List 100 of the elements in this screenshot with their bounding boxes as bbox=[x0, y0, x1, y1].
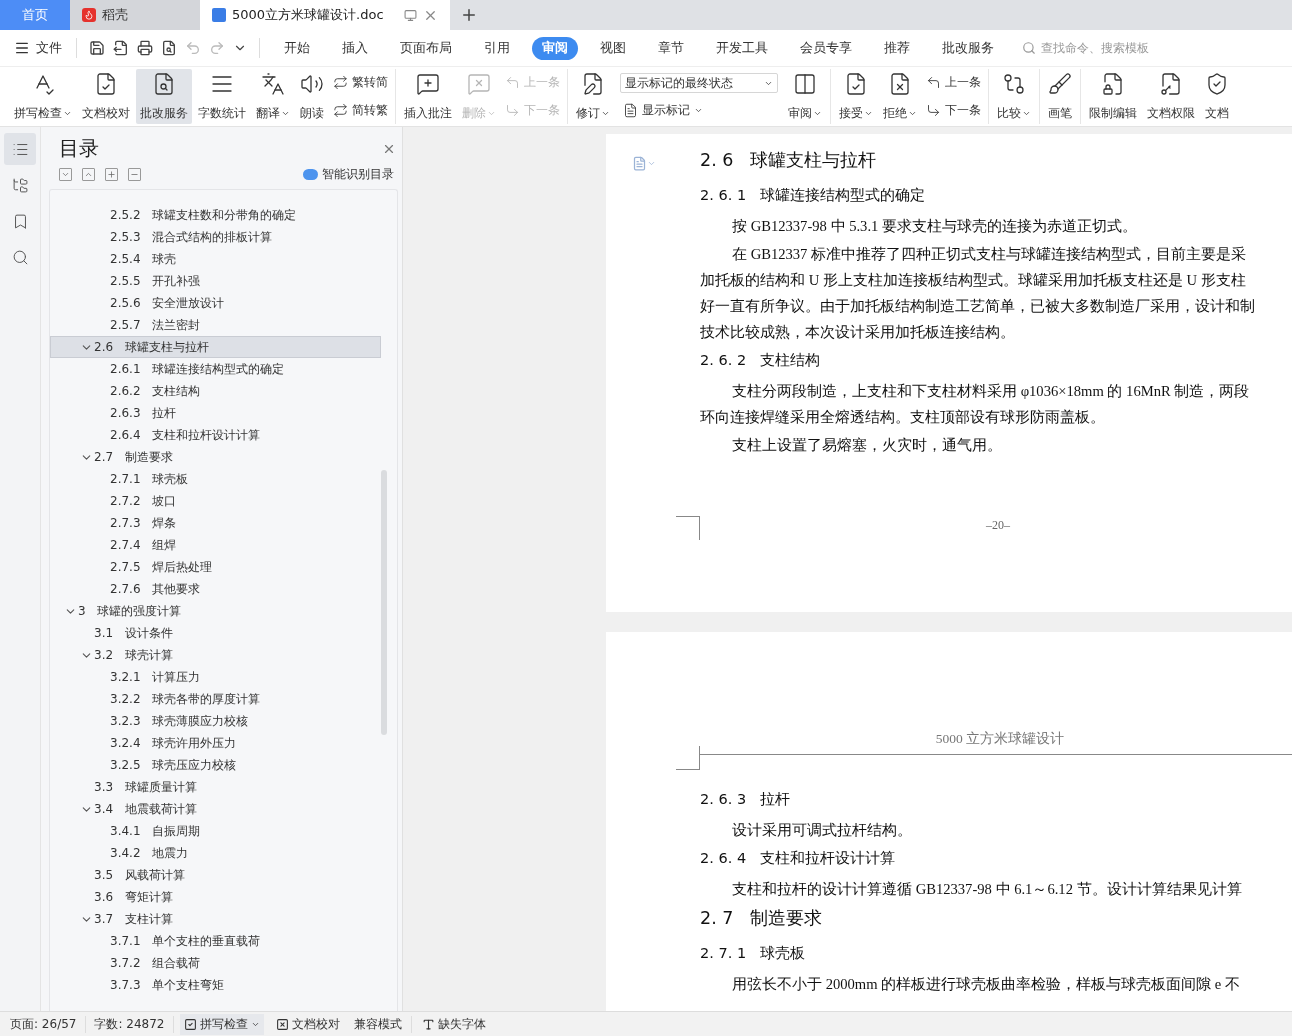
ribbon-button[interactable]: 限制编辑 bbox=[1085, 69, 1141, 124]
ribbon-button[interactable]: 朗读 bbox=[296, 69, 328, 124]
toc-entry[interactable]: 2.7 制造要求 bbox=[94, 448, 173, 466]
save-icon[interactable] bbox=[87, 38, 107, 58]
status-button[interactable]: 文档校对 bbox=[272, 1013, 345, 1035]
toc-entry[interactable]: 2.5.6 安全泄放设计 bbox=[110, 294, 224, 312]
font-icon bbox=[422, 1017, 436, 1031]
status-text: 兼容模式 bbox=[352, 1015, 413, 1033]
ribbon-button[interactable]: 文档 bbox=[1201, 69, 1233, 124]
toc-entry[interactable]: 2.5.4 球壳 bbox=[110, 250, 176, 268]
print-icon[interactable] bbox=[135, 38, 155, 58]
ribbon-button[interactable]: 拒绝 bbox=[879, 69, 921, 124]
file-menu[interactable]: 文件 bbox=[10, 39, 66, 57]
ribbon-button[interactable]: 画笔 bbox=[1044, 69, 1076, 124]
paragraph: 按 GB12337-98 中 5.3.1 要求支柱与球壳的连接为赤道正切式。 bbox=[731, 217, 1138, 236]
window-tab[interactable]: 稻壳 bbox=[70, 0, 200, 30]
ribbon-button[interactable]: 上一条 bbox=[923, 73, 984, 93]
toc-entry[interactable]: 3 球罐的强度计算 bbox=[78, 602, 182, 620]
toc-entry[interactable]: 2.7.1 球壳板 bbox=[110, 470, 188, 488]
ribbon-tab[interactable]: 开发工具 bbox=[706, 36, 778, 60]
toc-entry[interactable]: 3.7.1 单个支柱的垂直载荷 bbox=[110, 932, 260, 950]
ribbon-button[interactable]: 修订 bbox=[572, 69, 614, 124]
ribbon-button[interactable]: 比较 bbox=[993, 69, 1035, 124]
toc-entry[interactable]: 3.5 风载荷计算 bbox=[94, 866, 185, 884]
ribbon-tab[interactable]: 章节 bbox=[648, 36, 694, 60]
ribbon-tab[interactable]: 页面布局 bbox=[390, 36, 462, 60]
ribbon-tab[interactable]: 引用 bbox=[474, 36, 520, 60]
ribbon-button[interactable]: 下一条 bbox=[923, 100, 984, 120]
ribbon-button[interactable]: 接受 bbox=[835, 69, 877, 124]
ribbon-button[interactable]: 翻译 bbox=[252, 69, 294, 124]
toc-entry[interactable]: 3.4 地震载荷计算 bbox=[94, 800, 197, 818]
paragraph: 支柱上设置了易熔塞，火灾时，通气用。 bbox=[731, 436, 1003, 455]
status-text: 页面: 26/57 bbox=[8, 1015, 87, 1033]
collapse-button[interactable] bbox=[128, 168, 141, 181]
smart-toc-button[interactable]: 智能识别目录 bbox=[303, 166, 394, 183]
ribbon-button[interactable]: 拼写检查 bbox=[10, 69, 76, 124]
toc-entry[interactable]: 3.2.5 球壳压应力校核 bbox=[110, 756, 236, 774]
document-lock-icon bbox=[1101, 72, 1125, 96]
ribbon-tab[interactable]: 批改服务 bbox=[932, 36, 1004, 60]
subsection-heading: 2. 6. 2 支柱结构 bbox=[700, 351, 821, 370]
ribbon-tab[interactable]: 插入 bbox=[332, 36, 378, 60]
toc-entry[interactable]: 3.3 球罐质量计算 bbox=[94, 778, 197, 796]
ribbon-button[interactable]: 插入批注 bbox=[400, 69, 456, 124]
markup-dropdown[interactable]: 显示标记的最终状态 bbox=[620, 73, 778, 93]
ribbon-tab[interactable]: 推荐 bbox=[874, 36, 920, 60]
toc-entry[interactable]: 3.7 支柱计算 bbox=[94, 910, 173, 928]
ribbon-button[interactable]: 显示标记 bbox=[620, 101, 778, 120]
toc-entry[interactable]: 2.6.3 拉杆 bbox=[110, 404, 176, 422]
ribbon-button[interactable]: 字数统计 bbox=[194, 69, 250, 124]
toc-entry[interactable]: 2.6 球罐支柱与拉杆 bbox=[94, 338, 209, 356]
command-search-field[interactable]: 查找命令、搜索模板 bbox=[1039, 40, 1173, 56]
toc-entry[interactable]: 2.7.2 坡口 bbox=[110, 492, 176, 510]
expand-down-button[interactable] bbox=[59, 168, 72, 181]
app-logo-icon bbox=[82, 8, 96, 22]
toc-entry[interactable]: 2.6.4 支柱和拉杆设计计算 bbox=[110, 426, 260, 444]
panel-title: 目录 bbox=[59, 135, 99, 162]
toc-entry[interactable]: 2.7.6 其他要求 bbox=[110, 580, 200, 598]
toc-entry[interactable]: 2.7.5 焊后热处理 bbox=[110, 558, 212, 576]
toc-entry[interactable]: 3.2 球壳计算 bbox=[94, 646, 173, 664]
expand-button[interactable] bbox=[105, 168, 118, 181]
toc-entry[interactable]: 3.7.3 单个支柱弯矩 bbox=[110, 976, 224, 994]
toc-entry[interactable]: 3.2.4 球壳许用外压力 bbox=[110, 734, 236, 752]
toc-entry[interactable]: 3.4.2 地震力 bbox=[110, 844, 188, 862]
toc-entry[interactable]: 2.6.1 球罐连接结构型式的确定 bbox=[110, 360, 284, 378]
toc-entry[interactable]: 3.7.2 组合载荷 bbox=[110, 954, 200, 972]
ribbon-button[interactable]: 审阅 bbox=[784, 69, 826, 124]
toc-entry[interactable]: 2.5.2 球罐支柱数和分带角的确定 bbox=[110, 206, 296, 224]
toc-entry[interactable]: 3.2.3 球壳薄膜应力校核 bbox=[110, 712, 248, 730]
ribbon-button[interactable]: 繁转简 bbox=[330, 73, 391, 93]
toc-entry[interactable]: 2.5.5 开孔补强 bbox=[110, 272, 200, 290]
caret-icon bbox=[694, 106, 703, 115]
toc-entry[interactable]: 2.7.4 组焊 bbox=[110, 536, 176, 554]
toc-entry[interactable]: 3.1 设计条件 bbox=[94, 624, 173, 642]
window-tab[interactable]: 5000立方米球罐设计.doc bbox=[200, 0, 450, 30]
status-button[interactable]: 拼写检查 bbox=[180, 1013, 265, 1035]
toc-entry[interactable]: 2.7.3 焊条 bbox=[110, 514, 176, 532]
toc-entry[interactable]: 2.5.3 混合式结构的排板计算 bbox=[110, 228, 272, 246]
toc-entry[interactable]: 2.5.7 法兰密封 bbox=[110, 316, 200, 334]
toc-entry[interactable]: 3.6 弯矩计算 bbox=[94, 888, 173, 906]
scrollbar[interactable] bbox=[381, 470, 387, 735]
ribbon-tab[interactable]: 视图 bbox=[590, 36, 636, 60]
toc-entry[interactable]: 3.4.1 自振周期 bbox=[110, 822, 200, 840]
document-x-icon bbox=[888, 72, 912, 96]
ribbon-button[interactable]: 批改服务 bbox=[136, 69, 192, 124]
outline-icon[interactable] bbox=[4, 133, 36, 165]
ribbon-button[interactable]: 文档校对 bbox=[78, 69, 134, 124]
subsection-heading: 2. 6. 1 球罐连接结构型式的确定 bbox=[700, 186, 926, 205]
toc-entry[interactable]: 2.6.2 支柱结构 bbox=[110, 382, 200, 400]
toc-entry[interactable]: 3.2.2 球壳各带的厚度计算 bbox=[110, 690, 260, 708]
toc-entry[interactable]: 3.2.1 计算压力 bbox=[110, 668, 200, 686]
ribbon-tab[interactable]: 开始 bbox=[274, 36, 320, 60]
x-box-icon bbox=[276, 1017, 290, 1031]
ribbon-button[interactable]: 简转繁 bbox=[330, 100, 391, 120]
panels-icon bbox=[793, 72, 817, 96]
ribbon-tab[interactable]: 会员专享 bbox=[790, 36, 862, 60]
status-button[interactable]: 缺失字体 bbox=[418, 1013, 491, 1035]
collapse-up-button[interactable] bbox=[82, 168, 95, 181]
monitor-icon[interactable] bbox=[404, 8, 417, 22]
selected-toc-row[interactable]: 2.6 球罐支柱与拉杆 bbox=[50, 336, 381, 358]
ribbon-button[interactable]: 文档权限 bbox=[1143, 69, 1199, 124]
